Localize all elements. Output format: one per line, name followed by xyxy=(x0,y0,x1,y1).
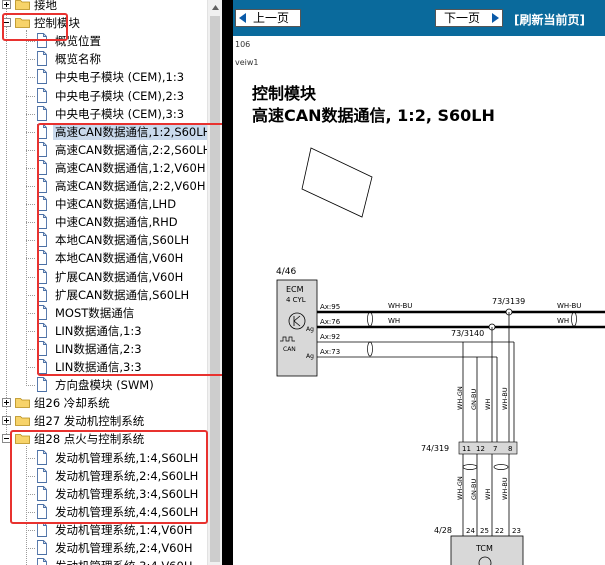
ecm-name: ECM xyxy=(286,285,304,294)
tree-panel: 接地 控制模块 概览位置 概览名称 中央电子模块 (CEM),1:3 中央电子模块 (CE… xyxy=(0,0,222,565)
tree-item-label: 发动机管理系统,1:4,V60H xyxy=(55,523,193,537)
expand-icon[interactable] xyxy=(2,398,11,407)
pin-label: Ax:95 xyxy=(320,303,340,311)
document-icon xyxy=(36,558,48,565)
connector-pin: 8 xyxy=(508,445,512,453)
component-outline xyxy=(301,147,373,218)
connector-ref: 74/319 xyxy=(421,444,449,453)
tree-item-label: 发动机管理系统,2:4,V60H xyxy=(55,541,193,555)
highlight-box-engine-items xyxy=(10,430,208,524)
folder-icon xyxy=(15,0,30,10)
document-icon xyxy=(36,522,48,537)
twist-mark xyxy=(367,341,373,357)
tree-item-label: 概览名称 xyxy=(55,52,101,66)
vertical-wire-label: GN-BU xyxy=(470,479,478,500)
document-icon xyxy=(36,377,48,392)
wire-color-label: WH-BU xyxy=(557,302,581,310)
vertical-wire-label: WH-BU xyxy=(501,387,509,410)
tree-item-label: 接地 xyxy=(34,0,57,12)
ag-label-1: Ag xyxy=(306,326,314,333)
document-icon xyxy=(36,69,48,84)
tree-folder-item[interactable]: 组27 发动机控制系统 xyxy=(0,412,207,430)
tcm-ref: 4/28 xyxy=(434,526,452,535)
connector-pin: 12 xyxy=(476,445,485,453)
tree-item-label: 方向盘模块 (SWM) xyxy=(55,378,154,392)
tree-doc-item[interactable]: 概览名称 xyxy=(0,50,207,68)
folder-icon xyxy=(15,396,30,408)
pin-label: Ax:92 xyxy=(320,333,340,341)
document-icon xyxy=(36,88,48,103)
ecm-sub: 4 CYL xyxy=(286,296,306,304)
diagram-viewer: 上一页 下一页 [刷新当前页] 106 veiw1 控制模块 高速CAN数据通信… xyxy=(233,0,605,565)
splitter[interactable] xyxy=(222,0,233,565)
vertical-wire-label: WH-GN xyxy=(456,386,464,410)
wiring-diagram: 4/46 ECM 4 CYL CAN Ag Ag Ax:95 Ax:76 Ax:… xyxy=(276,147,605,565)
tree-folder-item[interactable]: 组26 冷却系统 xyxy=(0,394,207,412)
tree-doc-item[interactable]: 发动机管理系统,3:4,V60H xyxy=(0,557,207,565)
scroll-up-arrow-icon[interactable] xyxy=(208,0,222,15)
tcm-pin: 22 xyxy=(495,527,504,535)
connector-pin: 11 xyxy=(462,445,471,453)
vertical-wire-label: WH xyxy=(484,489,492,500)
vertical-wire-label: WH-GN xyxy=(456,476,464,500)
document-icon xyxy=(36,106,48,121)
tree-folder-item[interactable]: 接地 xyxy=(0,0,207,14)
splice-label: 73/3139 xyxy=(492,297,525,306)
tcm-pin: 23 xyxy=(512,527,521,535)
splice-label: 73/3140 xyxy=(451,329,484,338)
tree-doc-item[interactable]: 中央电子模块 (CEM),1:3 xyxy=(0,68,207,86)
tree-item-label: 中央电子模块 (CEM),1:3 xyxy=(55,70,185,84)
document-icon xyxy=(36,51,48,66)
pin-label: Ax:73 xyxy=(320,348,340,356)
tcm-pin: 25 xyxy=(480,527,489,535)
folder-icon xyxy=(15,414,30,426)
pin-label: Ax:76 xyxy=(320,318,341,326)
tree-doc-item[interactable]: 中央电子模块 (CEM),3:3 xyxy=(0,105,207,123)
wire-color-label: WH xyxy=(388,317,400,325)
expand-icon[interactable] xyxy=(2,0,11,9)
wire-color-label: WH-BU xyxy=(388,302,412,310)
ag-label-2: Ag xyxy=(306,353,314,360)
vertical-wire-label: WH xyxy=(484,399,492,410)
document-icon xyxy=(36,540,48,555)
twist-mark xyxy=(367,311,373,327)
tcm-pin: 24 xyxy=(466,527,475,535)
vertical-wire-label: GN-BU xyxy=(470,389,478,410)
tree-item-label: 组27 发动机控制系统 xyxy=(34,414,145,428)
connector-pin: 7 xyxy=(493,445,497,453)
twist-mark xyxy=(571,311,577,327)
twist-mark xyxy=(462,464,478,470)
tree-doc-item[interactable]: 方向盘模块 (SWM) xyxy=(0,376,207,394)
twist-mark xyxy=(493,464,509,470)
tree-item-label: 组26 冷却系统 xyxy=(34,396,110,410)
tcm-name: TCM xyxy=(475,544,493,553)
tree-item-label: 中央电子模块 (CEM),3:3 xyxy=(55,107,185,121)
wire-color-label: WH xyxy=(557,317,569,325)
tree-doc-item[interactable]: 发动机管理系统,2:4,V60H xyxy=(0,539,207,557)
tree-item-label: 发动机管理系统,3:4,V60H xyxy=(55,558,192,565)
can-label: CAN xyxy=(283,346,296,353)
vertical-wire-label: WH-BU xyxy=(501,477,509,500)
highlight-box-can-items xyxy=(37,123,222,376)
highlight-box-folder xyxy=(2,13,68,41)
tree-item-label: 中央电子模块 (CEM),2:3 xyxy=(55,89,185,103)
ecm-ref: 4/46 xyxy=(276,267,296,277)
tree-doc-item[interactable]: 中央电子模块 (CEM),2:3 xyxy=(0,87,207,105)
expand-icon[interactable] xyxy=(2,416,11,425)
